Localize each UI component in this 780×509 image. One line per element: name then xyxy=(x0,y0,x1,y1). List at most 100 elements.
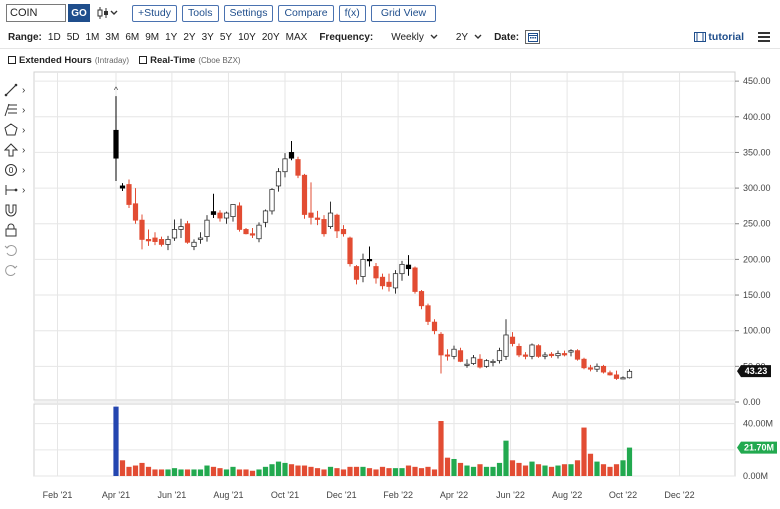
candle-body xyxy=(262,210,269,223)
candle-body xyxy=(139,219,145,240)
volume-bar xyxy=(340,469,347,476)
candle-body xyxy=(347,237,353,265)
tool-fib[interactable]: › xyxy=(4,100,34,120)
tool-measure[interactable]: › xyxy=(4,180,34,200)
candle-body xyxy=(620,377,626,380)
last-price-label: 43.23 xyxy=(745,366,768,376)
y-tick-label: 250.00 xyxy=(743,219,771,229)
volume-bar xyxy=(210,466,217,476)
volume-bar xyxy=(613,464,620,476)
volume-bar xyxy=(574,460,581,476)
tool-undo[interactable] xyxy=(4,240,34,260)
candle-body xyxy=(594,365,600,370)
candle-body xyxy=(490,360,496,363)
candle-body xyxy=(386,281,392,287)
volume-bar xyxy=(626,447,633,476)
last-volume-label: 21.70M xyxy=(744,443,774,453)
volume-bar xyxy=(243,469,249,476)
candle-body xyxy=(113,129,119,159)
chevron-right-icon: › xyxy=(22,164,26,176)
volume-bar xyxy=(191,469,197,476)
candle-body xyxy=(119,185,126,189)
tool-line[interactable]: › xyxy=(4,80,34,100)
volume-bar xyxy=(600,464,607,476)
volume-bar xyxy=(230,466,236,476)
x-tick-label: Apr '21 xyxy=(102,490,130,500)
volume-bar xyxy=(477,464,483,476)
y-tick-label: 200.00 xyxy=(743,254,771,264)
candle-body xyxy=(399,263,405,275)
volume-bar xyxy=(418,468,425,476)
volume-bar xyxy=(113,406,119,476)
candle-body xyxy=(158,239,165,245)
candle-body xyxy=(405,264,412,270)
volume-bar xyxy=(399,468,405,476)
candle-body xyxy=(555,353,561,357)
drawing-tools: › › › › 0 › › xyxy=(4,80,34,280)
volume-bar xyxy=(288,464,295,476)
volume-bar xyxy=(119,460,126,476)
tool-redo[interactable] xyxy=(4,260,34,280)
chevron-right-icon: › xyxy=(22,84,26,96)
volume-bar xyxy=(542,465,548,476)
volume-bar xyxy=(262,466,269,476)
candle-body xyxy=(256,224,262,240)
candle-body xyxy=(535,345,542,357)
volume-bar xyxy=(184,469,191,476)
trendline-icon xyxy=(4,83,18,97)
candle-body xyxy=(626,370,633,379)
volume-bar xyxy=(366,468,373,476)
volume-bar xyxy=(321,469,327,476)
redo-icon xyxy=(5,265,18,276)
candle-body xyxy=(165,239,171,245)
candle-body xyxy=(516,345,522,356)
candle-body xyxy=(529,344,535,357)
volume-bar xyxy=(607,466,613,476)
chevron-right-icon: › xyxy=(22,184,26,196)
price-chart[interactable]: Feb '21 Apr '21 Jun '21 Aug '21 Oct '21 Dec '… xyxy=(0,0,780,509)
volume-bar xyxy=(158,469,165,476)
chevron-right-icon: › xyxy=(22,104,26,116)
candle-body xyxy=(204,219,210,237)
volume-bar xyxy=(444,457,451,476)
volume-bar xyxy=(483,466,490,476)
volume-bar xyxy=(178,469,184,476)
volume-bar xyxy=(132,465,139,476)
candle-body xyxy=(360,258,366,277)
candle-body xyxy=(431,321,438,332)
candle-body xyxy=(451,348,457,357)
candle-body xyxy=(392,273,399,289)
volume-bar xyxy=(386,468,392,476)
volume-bar xyxy=(334,468,340,476)
volume-bar xyxy=(171,468,178,476)
volume-bar xyxy=(126,466,132,476)
volume-bar xyxy=(548,466,555,476)
volume-bar xyxy=(516,462,522,476)
tool-annotation[interactable]: 0 › xyxy=(4,160,34,180)
candle-body xyxy=(574,350,581,360)
fibonacci-icon xyxy=(4,103,17,117)
tool-shape[interactable]: › xyxy=(4,120,34,140)
candle-body xyxy=(217,212,223,219)
candle-body xyxy=(249,233,256,236)
shape-icon xyxy=(4,123,18,136)
candle-body xyxy=(243,229,249,235)
candle-body xyxy=(132,203,139,221)
volume-bar xyxy=(217,468,223,476)
tool-lock[interactable] xyxy=(4,220,34,240)
x-tick-label: Dec '22 xyxy=(664,490,694,500)
tool-arrow[interactable]: › xyxy=(4,140,34,160)
x-tick-label: Dec '21 xyxy=(326,490,356,500)
candle-body xyxy=(522,354,529,357)
candle-body xyxy=(366,258,373,262)
candle-body xyxy=(373,266,379,279)
tool-magnet[interactable] xyxy=(4,200,34,220)
candle-body xyxy=(613,374,620,379)
candle-body xyxy=(327,212,334,227)
candle-body xyxy=(379,276,386,287)
candle-body xyxy=(444,354,451,357)
candle-body xyxy=(412,267,418,292)
candle-body xyxy=(470,357,477,364)
volume-bar xyxy=(457,462,464,476)
first-candle-marker: ^ xyxy=(114,85,119,95)
